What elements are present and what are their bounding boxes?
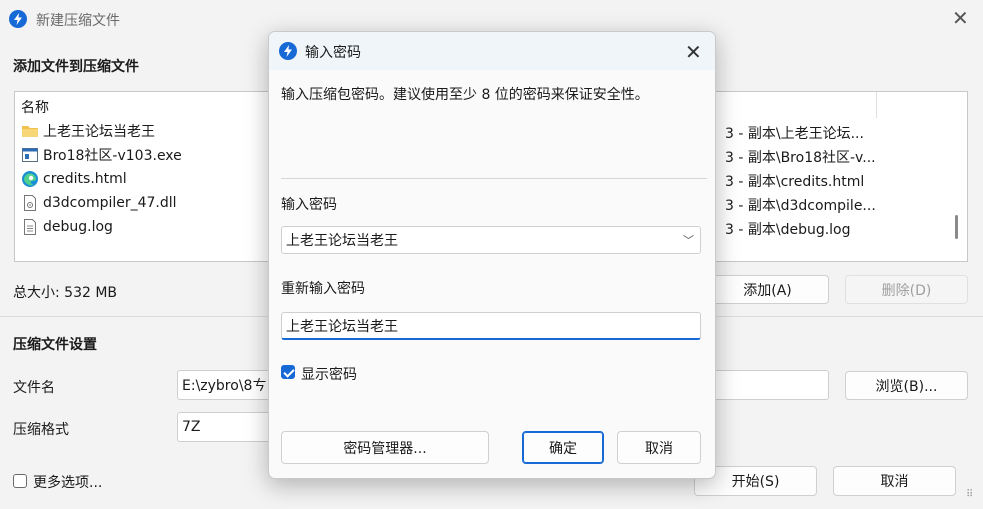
edge-browser-icon <box>22 171 38 187</box>
browse-button[interactable]: 浏览(B)... <box>845 371 968 400</box>
dialog-close-icon[interactable]: ✕ <box>685 42 702 62</box>
column-header-name[interactable]: 名称 <box>21 97 49 117</box>
list-item[interactable]: 上老王论坛当老王 <box>21 120 155 142</box>
delete-button[interactable]: 删除(D) <box>845 275 968 304</box>
format-label: 压缩格式 <box>13 422 69 438</box>
window-title: 新建压缩文件 <box>36 13 120 29</box>
resize-grip-icon[interactable]: ⠿ <box>966 490 978 504</box>
chevron-down-icon[interactable]: ﹀ <box>683 232 694 248</box>
dll-file-icon <box>24 195 36 211</box>
password-label: 输入密码 <box>281 197 337 213</box>
list-item[interactable]: debug.log <box>21 216 113 238</box>
file-path: 3 - 副本\Bro18社区-v... <box>725 150 876 166</box>
dialog-title: 输入密码 <box>305 45 361 61</box>
reenter-password-label: 重新输入密码 <box>281 281 365 297</box>
show-password-label[interactable]: 显示密码 <box>301 364 357 384</box>
app-logo-icon <box>9 10 27 28</box>
total-size-label: 总大小: 532 MB <box>13 285 118 301</box>
file-path: 3 - 副本\d3dcompile... <box>725 198 876 214</box>
window-close-icon[interactable]: ✕ <box>952 8 969 28</box>
dialog-logo-icon <box>279 42 297 60</box>
dialog-divider <box>281 178 707 179</box>
password-dialog: 输入密码 ✕ 输入压缩包密码。建议使用至少 8 位的密码来保证安全性。 输入密码… <box>268 31 716 479</box>
main-cancel-button[interactable]: 取消 <box>833 466 956 496</box>
column-divider <box>876 92 877 118</box>
list-item[interactable]: Bro18社区-v103.exe <box>21 144 182 166</box>
list-item[interactable]: credits.html <box>21 168 127 190</box>
file-path: 3 - 副本\上老王论坛... <box>725 126 864 142</box>
file-name: Bro18社区-v103.exe <box>43 148 182 164</box>
dialog-description: 输入压缩包密码。建议使用至少 8 位的密码来保证安全性。 <box>281 87 649 103</box>
exe-icon <box>22 148 38 162</box>
password-combobox[interactable]: 上老王论坛当老王 ﹀ <box>281 226 701 254</box>
file-path: 3 - 副本\debug.log <box>725 222 851 238</box>
dialog-cancel-button[interactable]: 取消 <box>617 431 701 464</box>
file-name: d3dcompiler_47.dll <box>43 195 177 211</box>
password-manager-button[interactable]: 密码管理器... <box>281 431 489 464</box>
list-scrollbar[interactable] <box>955 215 958 239</box>
more-options-checkbox[interactable] <box>13 474 27 488</box>
folder-icon <box>22 126 38 137</box>
ok-button[interactable]: 确定 <box>522 431 604 464</box>
show-password-checkbox[interactable] <box>281 365 295 379</box>
more-options-label[interactable]: 更多选项... <box>33 472 102 492</box>
file-path: 3 - 副本\credits.html <box>725 174 865 190</box>
text-file-icon <box>24 219 36 235</box>
add-files-section-title: 添加文件到压缩文件 <box>13 59 139 75</box>
file-name: credits.html <box>43 171 127 187</box>
add-button[interactable]: 添加(A) <box>706 275 829 304</box>
list-item[interactable]: d3dcompiler_47.dll <box>21 192 177 214</box>
password-value: 上老王论坛当老王 <box>286 233 398 249</box>
filename-label: 文件名 <box>13 380 55 396</box>
file-name: 上老王论坛当老王 <box>43 124 155 140</box>
file-name: debug.log <box>43 219 113 235</box>
reenter-password-input[interactable]: 上老王论坛当老王 <box>281 312 701 340</box>
settings-section-title: 压缩文件设置 <box>13 337 97 353</box>
